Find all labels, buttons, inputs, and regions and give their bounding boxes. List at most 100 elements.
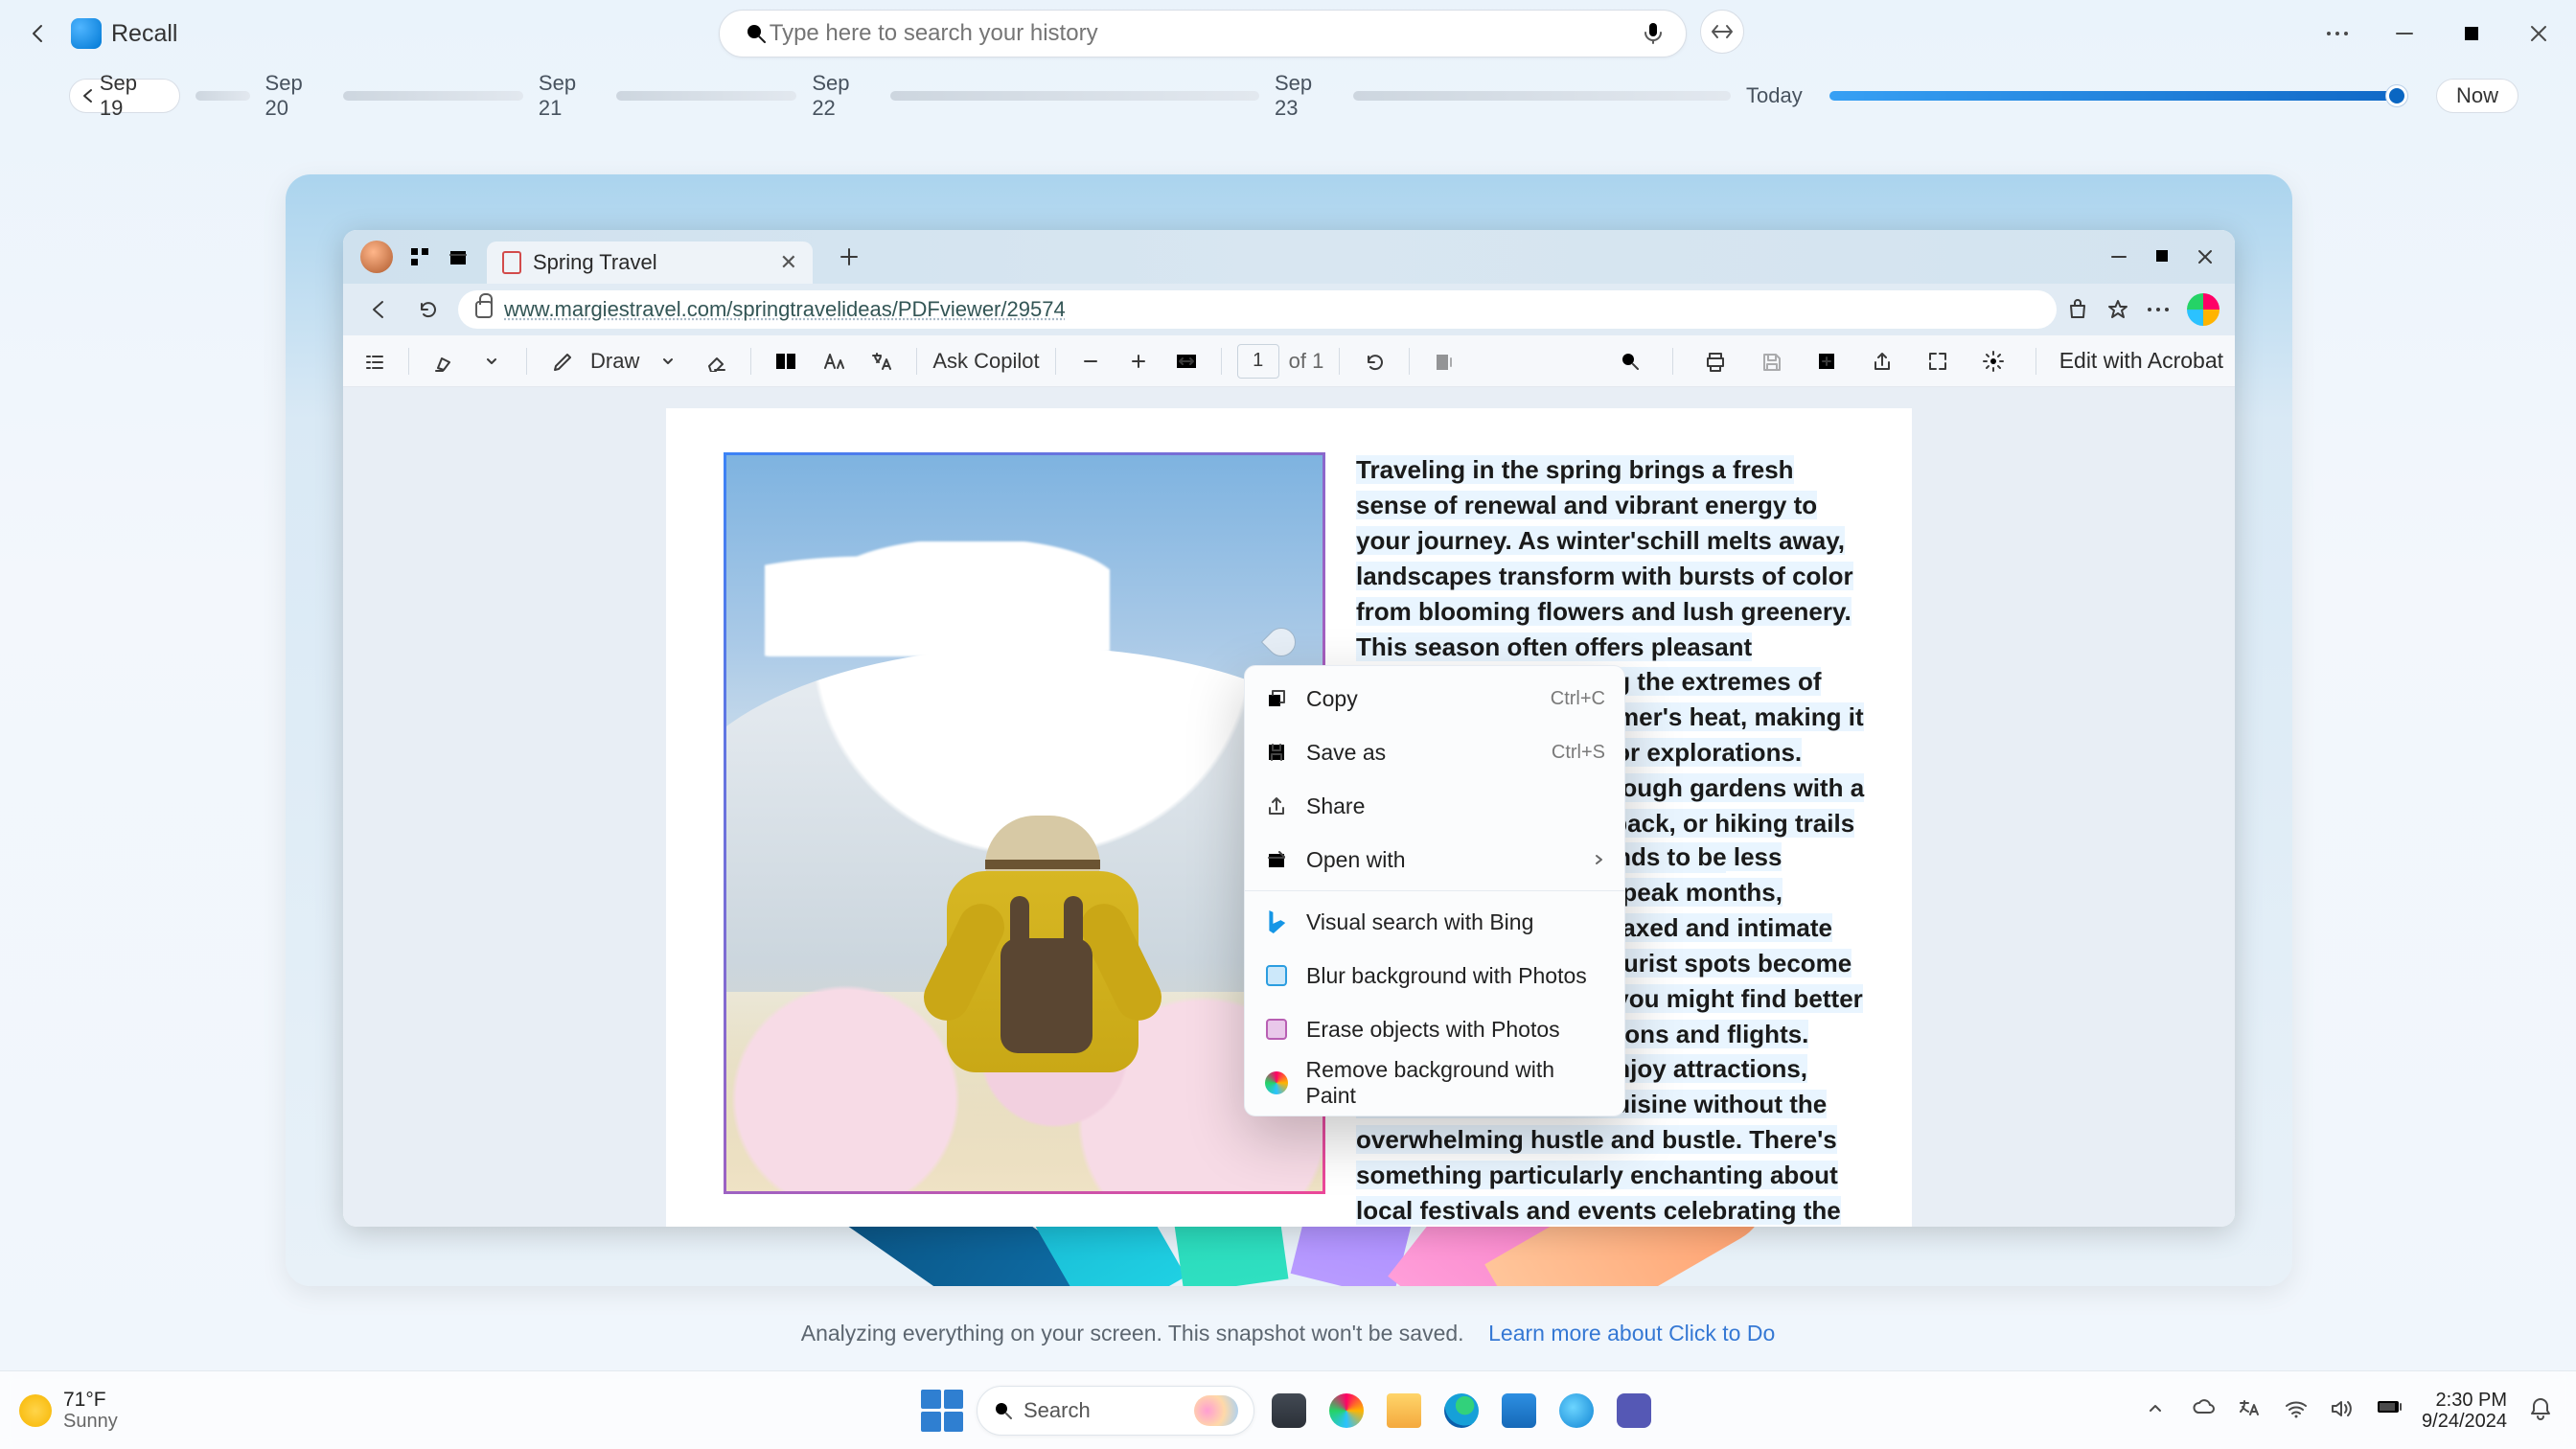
timeline-active-segment[interactable] [1829,91,2405,101]
find-icon[interactable] [1611,342,1649,380]
favorite-icon[interactable] [2106,298,2129,321]
tray-battery-icon[interactable] [2376,1398,2401,1423]
notifications-button[interactable] [2528,1396,2557,1425]
timeline-segment[interactable] [890,91,1259,101]
zoom-out-button[interactable] [1071,342,1110,380]
ctx-save-as[interactable]: Save as Ctrl+S [1245,725,1624,779]
taskbar-center: Search [919,1386,1657,1436]
ctx-label: Blur background with Photos [1306,963,1587,989]
taskbar-clock[interactable]: 2:30 PM 9/24/2024 [2422,1390,2507,1432]
more-button[interactable] [2323,19,2352,48]
timeline-segment[interactable] [196,91,249,101]
chevron-down-icon[interactable] [472,342,511,380]
erase-icon[interactable] [697,342,735,380]
lock-icon [475,301,493,318]
nav-refresh-button[interactable] [408,289,448,330]
copilot-icon[interactable] [2187,293,2220,326]
learn-more-link[interactable]: Learn more about Click to Do [1488,1321,1775,1346]
back-button[interactable] [23,18,54,49]
start-button[interactable] [919,1388,965,1434]
recall-header: Recall [0,0,2576,67]
ctx-visual-search[interactable]: Visual search with Bing [1245,895,1624,949]
page-number-input[interactable]: 1 [1237,344,1279,379]
highlight-icon[interactable] [425,342,463,380]
draw-label[interactable]: Draw [590,349,639,374]
address-bar[interactable]: www.margiestravel.com/springtravelideas/… [458,290,2057,329]
timeline-segment[interactable] [616,91,796,101]
recall-logo-icon [71,18,102,49]
fullscreen-icon[interactable] [1919,342,1957,380]
ctx-open-with[interactable]: Open with [1245,833,1624,886]
taskbar-weather[interactable]: 71°F Sunny [19,1389,118,1432]
edit-acrobat-button[interactable]: Edit with Acrobat [2059,348,2223,374]
copilot-app-button[interactable] [1323,1388,1369,1434]
zoom-in-button[interactable] [1119,342,1158,380]
nav-back-button[interactable] [358,289,399,330]
profile-avatar[interactable] [360,241,393,273]
print-icon[interactable] [1696,342,1735,380]
taskbar-search[interactable]: Search [977,1386,1254,1436]
ask-copilot-button[interactable]: Ask Copilot [932,349,1039,374]
ctx-remove-background[interactable]: Remove background with Paint [1245,1056,1624,1110]
tray-wifi-icon[interactable] [2284,1398,2309,1423]
shopping-icon[interactable] [2066,298,2089,321]
search-input[interactable] [768,19,1642,48]
timeline-segment[interactable] [343,91,523,101]
ctx-blur-background[interactable]: Blur background with Photos [1245,949,1624,1002]
workspaces-icon[interactable] [401,238,439,276]
maximize-button[interactable] [2457,19,2486,48]
teams-app-button[interactable] [1611,1388,1657,1434]
timeline-today-label: Today [1746,83,1803,108]
pdf-image-selection[interactable] [724,452,1325,1194]
minimize-button[interactable] [2390,19,2419,48]
two-page-icon[interactable] [767,342,805,380]
timeline-start-pill[interactable]: Sep 19 [69,79,180,113]
tray-chevron-up-icon[interactable] [2146,1398,2171,1423]
chat-app-button[interactable] [1553,1388,1599,1434]
store-app-button[interactable] [1496,1388,1542,1434]
ctx-shortcut: Ctrl+S [1552,742,1605,764]
search-icon [993,1400,1014,1421]
ctx-erase-objects[interactable]: Erase objects with Photos [1245,1002,1624,1056]
ctx-copy[interactable]: Copy Ctrl+C [1245,672,1624,725]
tray-volume-icon[interactable] [2330,1398,2355,1423]
chevron-down-icon[interactable] [649,342,687,380]
ctx-share[interactable]: Share [1245,779,1624,833]
tab-close-button[interactable]: ✕ [780,250,797,275]
page-total: of 1 [1289,349,1324,374]
browser-tab[interactable]: Spring Travel ✕ [487,242,813,284]
settings-icon[interactable] [1974,342,2012,380]
ctx-label: Visual search with Bing [1306,909,1533,935]
text-size-icon[interactable] [815,342,853,380]
ctx-label: Erase objects with Photos [1306,1017,1560,1043]
edge-close-button[interactable] [2196,248,2214,265]
close-button[interactable] [2524,19,2553,48]
draw-pen-icon[interactable] [542,342,581,380]
edge-app-button[interactable] [1438,1388,1484,1434]
share-icon[interactable] [1863,342,1901,380]
translate-icon[interactable] [862,342,901,380]
timeline-collapse-button[interactable] [1700,10,1744,54]
click-cursor-icon [1261,622,1301,662]
search-box[interactable] [719,10,1687,58]
tray-language-icon[interactable] [2238,1398,2263,1423]
timeline-segment[interactable] [1353,91,1732,101]
mic-icon[interactable] [1642,21,1667,46]
pdf-contents-icon[interactable] [355,342,393,380]
fit-width-icon[interactable] [1167,342,1206,380]
rotate-icon[interactable] [1355,342,1393,380]
timeline-scrubber[interactable] [2386,85,2407,106]
pdf-favicon-icon [502,251,521,274]
edge-more-button[interactable] [2147,307,2170,312]
analyzing-footer: Analyzing everything on your screen. Thi… [0,1321,2576,1346]
edge-maximize-button[interactable] [2154,248,2170,265]
tab-actions-icon[interactable] [439,238,477,276]
new-tab-button[interactable] [830,238,868,276]
timeline-now-button[interactable]: Now [2436,79,2518,113]
tray-onedrive-icon[interactable] [2192,1398,2217,1423]
add-note-icon[interactable] [1807,342,1846,380]
edge-minimize-button[interactable] [2110,248,2128,265]
task-view-button[interactable] [1266,1388,1312,1434]
timeline[interactable]: Sep 19 Sep 20 Sep 21 Sep 22 Sep 23 Today… [0,67,2576,125]
explorer-app-button[interactable] [1381,1388,1427,1434]
